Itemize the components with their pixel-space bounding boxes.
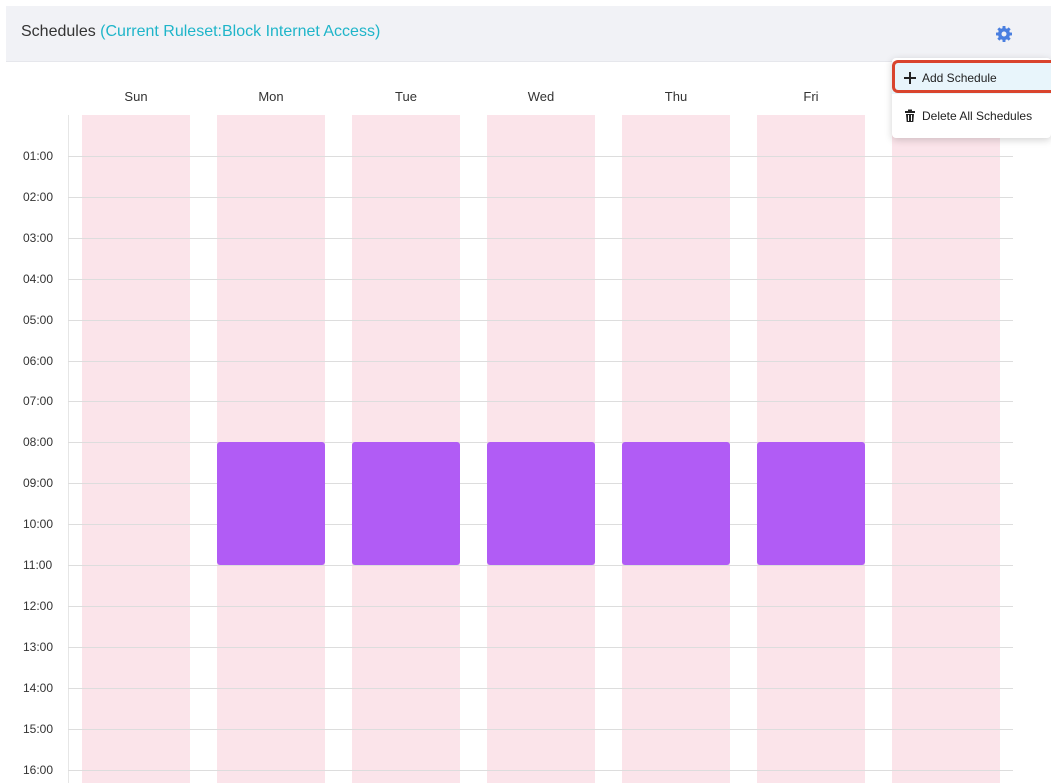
time-label: 01:00 <box>23 149 54 163</box>
time-label: 16:00 <box>23 763 54 777</box>
grid-left-border <box>68 115 69 783</box>
hour-gridline <box>68 688 1013 689</box>
add-schedule-menu-item[interactable]: Add Schedule <box>892 62 1051 94</box>
trash-icon <box>903 109 917 123</box>
time-label: 09:00 <box>23 476 54 490</box>
time-label: 03:00 <box>23 231 54 245</box>
add-schedule-label: Add Schedule <box>922 71 997 85</box>
time-label: 04:00 <box>23 272 54 286</box>
schedules-page: Schedules (Current Ruleset:Block Interne… <box>0 0 1051 783</box>
day-column-sat[interactable] <box>892 115 1000 783</box>
time-label: 08:00 <box>23 435 54 449</box>
hour-gridline <box>68 729 1013 730</box>
time-label: 14:00 <box>23 681 54 695</box>
hour-gridline <box>68 320 1013 321</box>
day-header-thu: Thu <box>664 89 688 104</box>
settings-dropdown-menu: Add Schedule Delete All Schedules <box>892 58 1051 138</box>
time-label: 06:00 <box>23 354 54 368</box>
hour-gridline <box>68 361 1013 362</box>
time-label: 15:00 <box>23 722 54 736</box>
day-header-tue: Tue <box>395 89 417 104</box>
time-label: 13:00 <box>23 640 54 654</box>
day-header-fri: Fri <box>803 89 819 104</box>
plus-icon <box>903 71 917 85</box>
hour-gridline <box>68 197 1013 198</box>
day-header-sun: Sun <box>124 89 148 104</box>
hour-gridline <box>68 156 1013 157</box>
hour-gridline <box>68 401 1013 402</box>
day-header-mon: Mon <box>258 89 284 104</box>
hour-gridline <box>68 770 1013 771</box>
schedule-block-mon[interactable] <box>217 442 325 565</box>
time-label: 02:00 <box>23 190 54 204</box>
schedule-block-tue[interactable] <box>352 442 460 565</box>
time-label: 11:00 <box>23 558 53 572</box>
hour-gridline <box>68 238 1013 239</box>
day-header-wed: Wed <box>527 89 555 104</box>
hour-gridline <box>68 647 1013 648</box>
time-label: 10:00 <box>23 517 54 531</box>
time-label: 07:00 <box>23 394 54 408</box>
schedule-block-thu[interactable] <box>622 442 730 565</box>
schedule-block-wed[interactable] <box>487 442 595 565</box>
hour-gridline <box>68 565 1013 566</box>
time-label: 05:00 <box>23 313 54 327</box>
schedule-block-fri[interactable] <box>757 442 865 565</box>
hour-gridline <box>68 279 1013 280</box>
hour-gridline <box>68 606 1013 607</box>
delete-all-schedules-label: Delete All Schedules <box>922 109 1033 123</box>
day-column-sun[interactable] <box>82 115 190 783</box>
time-label: 12:00 <box>23 599 54 613</box>
delete-all-schedules-menu-item[interactable]: Delete All Schedules <box>892 100 1051 132</box>
